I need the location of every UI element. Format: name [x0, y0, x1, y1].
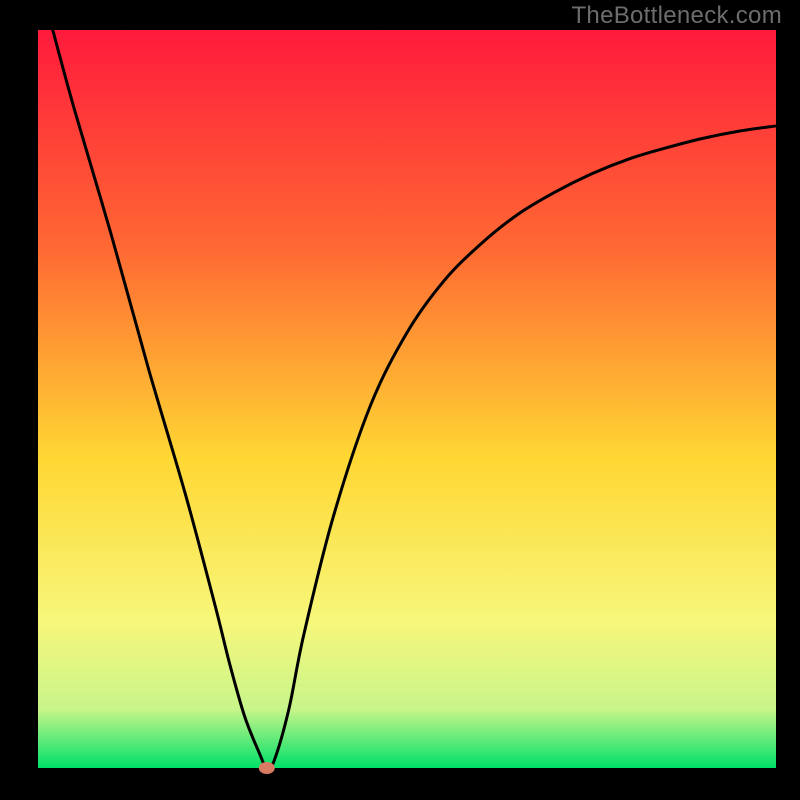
chart-stage: TheBottleneck.com — [0, 0, 800, 800]
optimum-marker — [259, 762, 275, 774]
watermark-text: TheBottleneck.com — [571, 2, 782, 30]
plot-background — [38, 30, 776, 768]
bottleneck-chart — [0, 0, 800, 800]
